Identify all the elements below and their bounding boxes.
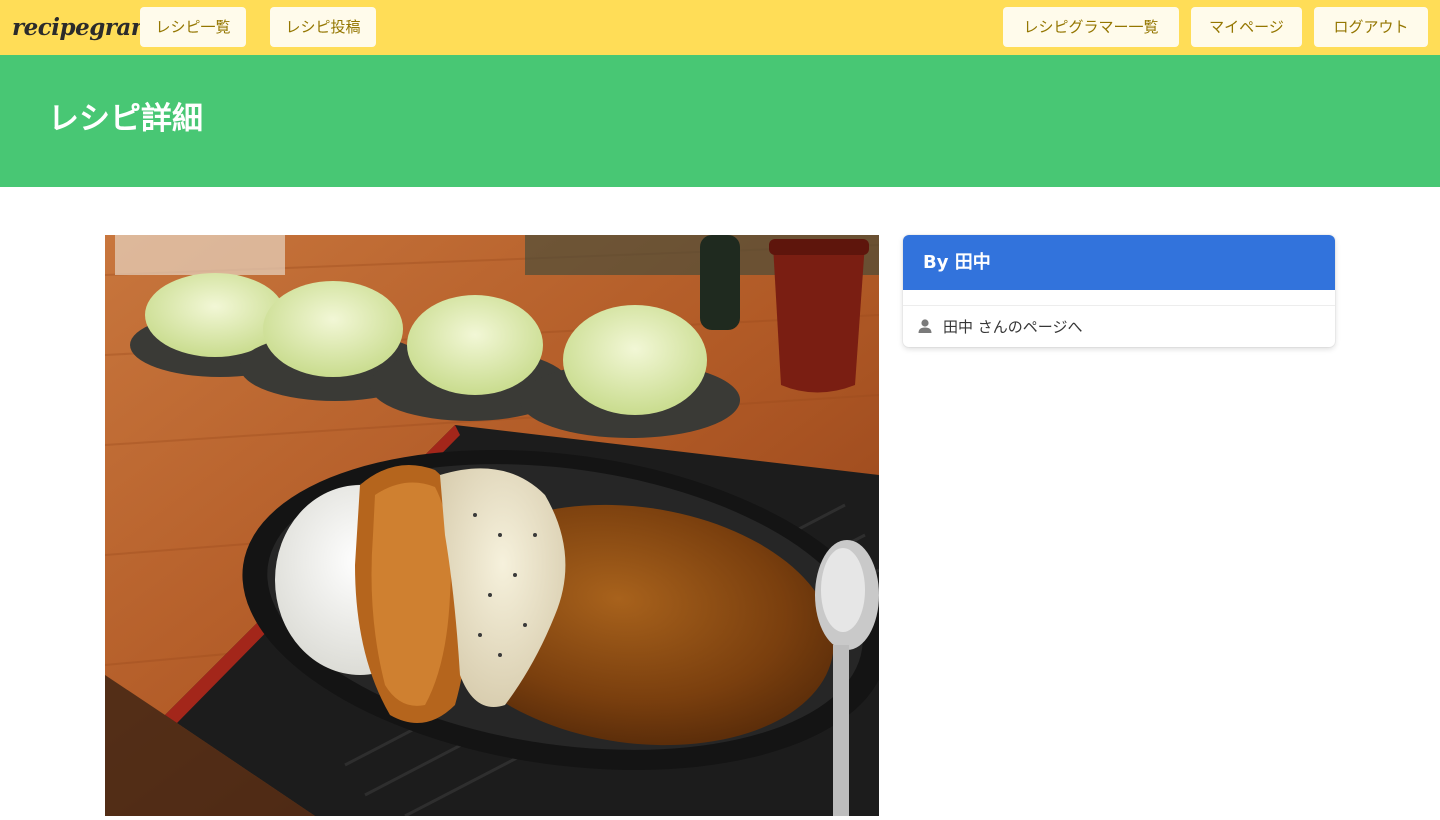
- author-card-header: By 田中: [903, 235, 1335, 290]
- nav-mypage-button[interactable]: マイページ: [1191, 7, 1302, 47]
- card-divider: [903, 290, 1335, 306]
- author-page-link[interactable]: 田中 さんのページへ: [903, 306, 1335, 346]
- author-card: By 田中 田中 さんのページへ: [903, 235, 1335, 347]
- recipe-photo: [105, 235, 879, 816]
- brand-logo[interactable]: recipegram: [12, 12, 155, 44]
- nav-logout-button[interactable]: ログアウト: [1314, 7, 1428, 47]
- nav-recipe-post-button[interactable]: レシピ投稿: [270, 7, 376, 47]
- page-title: レシピ詳細: [48, 101, 203, 137]
- nav-recipe-list-button[interactable]: レシピ一覧: [140, 7, 246, 47]
- user-icon: [917, 318, 933, 334]
- top-navbar: recipegram レシピ一覧 レシピ投稿 レシピグラマー一覧 マイページ ロ…: [0, 0, 1440, 55]
- hero-banner: レシピ詳細: [0, 55, 1440, 187]
- nav-recipegrammer-list-button[interactable]: レシピグラマー一覧: [1003, 7, 1179, 47]
- author-page-link-label: 田中 さんのページへ: [943, 317, 1083, 336]
